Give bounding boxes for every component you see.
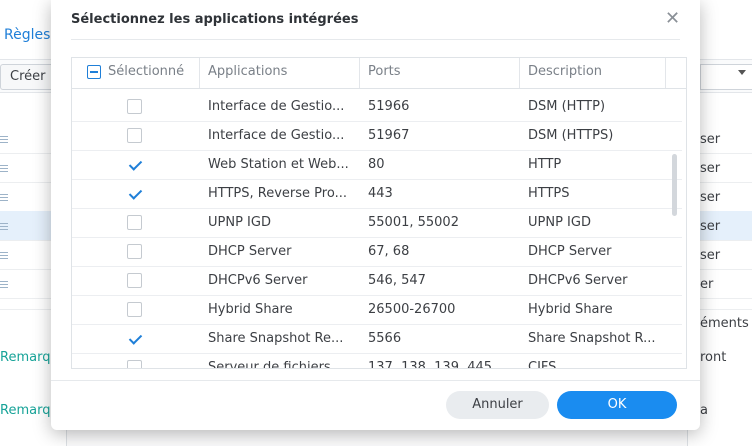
ports-value: 51966 [368,99,410,114]
row-checkbox[interactable] [127,273,142,288]
divider [71,39,680,40]
table-row[interactable]: Web Station et Web... 80 HTTP [72,151,682,180]
drag-handle-icon[interactable] [0,281,8,288]
column-divider [665,58,666,88]
ports-value: 443 [368,186,393,201]
select-all-checkbox[interactable] [87,65,101,79]
description-value: DSM (HTTPS) [528,128,614,143]
table-row[interactable]: Hybrid Share 26500-26700 Hybrid Share [72,296,682,325]
panel-edge [66,428,688,446]
ports-value: 80 [368,157,385,172]
table-row[interactable]: DHCP Server 67, 68 DHCP Server [72,238,682,267]
ports-value: 137, 138, 139, 445 [368,360,493,368]
row-text: er [700,277,714,292]
application-name: DHCP Server [208,244,292,259]
ports-value: 26500-26700 [368,302,456,317]
application-name: Web Station et Web... [208,157,349,172]
row-text: ront [700,350,727,365]
drag-handle-icon[interactable] [0,194,8,201]
ports-value: 67, 68 [368,244,410,259]
description-value: DHCP Server [528,244,612,259]
row-text: ser [700,248,721,263]
description-value: CIFS [528,360,557,368]
ports-value: 546, 547 [368,273,426,288]
application-name: HTTPS, Reverse Pro... [208,186,347,201]
description-value: UPNP IGD [528,215,591,230]
description-value: DSM (HTTP) [528,99,606,114]
table-row[interactable]: Interface de Gestio... 51966 DSM (HTTP) [72,93,682,122]
row-text: a [700,403,708,418]
dialog-title: Sélectionnez les applications intégrées [71,12,359,27]
row-text: ser [700,161,721,176]
drag-handle-icon[interactable] [0,223,8,230]
application-name: Share Snapshot Re... [208,331,344,346]
row-text: ser [700,219,721,234]
row-checkbox[interactable] [127,215,142,230]
table-row[interactable]: Interface de Gestio... 51967 DSM (HTTPS) [72,122,682,151]
chevron-down-icon [738,70,746,75]
tab-rules[interactable]: Règles [4,27,50,43]
row-checkbox[interactable] [127,128,142,143]
description-value: Hybrid Share [528,302,613,317]
column-divider [519,58,520,88]
row-checkbox[interactable] [127,244,142,259]
row-checkbox[interactable] [127,360,142,368]
scrollbar-thumb[interactable] [672,154,677,216]
application-name: Hybrid Share [208,302,293,317]
column-header-applications[interactable]: Applications [208,58,287,88]
description-value: Share Snapshot R... [528,331,656,346]
drag-handle-icon[interactable] [0,136,8,143]
row-checkbox[interactable] [127,157,142,172]
application-name: Serveur de fichiers [208,360,331,368]
drag-handle-icon[interactable] [0,165,8,172]
table-row[interactable]: UPNP IGD 55001, 55002 UPNP IGD [72,209,682,238]
table-row[interactable]: HTTPS, Reverse Pro... 443 HTTPS [72,180,682,209]
application-name: Interface de Gestio... [208,99,345,114]
applications-table: Sélectionné Applications Ports Descripti… [71,57,687,369]
column-divider [199,58,200,88]
drag-handle-icon[interactable] [0,252,8,259]
application-name: UPNP IGD [208,215,271,230]
ports-value: 55001, 55002 [368,215,459,230]
divider [51,380,700,381]
select-builtin-apps-dialog: Sélectionnez les applications intégrées … [51,0,700,430]
row-checkbox[interactable] [127,186,142,201]
application-name: Interface de Gestio... [208,128,345,143]
row-text: éments [700,316,749,331]
description-value: HTTP [528,157,562,172]
description-value: DHCPv6 Server [528,273,628,288]
row-text: ser [700,190,721,205]
row-checkbox[interactable] [127,99,142,114]
table-row[interactable]: DHCPv6 Server 546, 547 DHCPv6 Server [72,267,682,296]
application-name: DHCPv6 Server [208,273,308,288]
row-checkbox[interactable] [127,331,142,346]
row-checkbox[interactable] [127,302,142,317]
close-icon[interactable]: ✕ [665,9,680,29]
ports-value: 51967 [368,128,410,143]
ports-value: 5566 [368,331,402,346]
table-row[interactable]: Share Snapshot Re... 5566 Share Snapshot… [72,325,682,354]
ok-button[interactable]: OK [557,391,677,419]
table-body: Interface de Gestio... 51966 DSM (HTTP) … [72,89,686,368]
column-header-ports[interactable]: Ports [368,58,401,88]
table-row[interactable]: Serveur de fichiers 137, 138, 139, 445 C… [72,354,682,368]
description-value: HTTPS [528,186,570,201]
column-divider [359,58,360,88]
column-header-selected[interactable]: Sélectionné [108,58,184,88]
table-header: Sélectionné Applications Ports Descripti… [72,58,686,89]
cancel-button[interactable]: Annuler [446,391,549,419]
column-header-description[interactable]: Description [528,58,602,88]
row-text: ser [700,132,721,147]
filter-select[interactable] [700,64,752,90]
